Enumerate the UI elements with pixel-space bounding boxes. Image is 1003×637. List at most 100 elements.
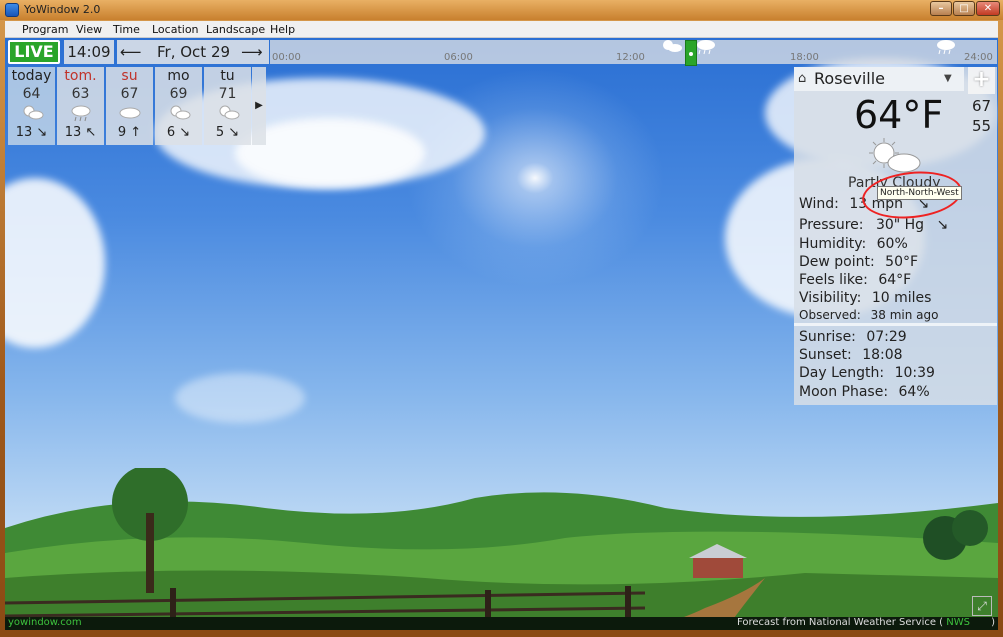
menu-program[interactable]: Program (22, 23, 68, 36)
forecast-temp: 63 (71, 86, 90, 102)
visibility-label: Visibility: (799, 290, 862, 306)
time-slider[interactable]: 00:00 06:00 12:00 18:00 24:00 (270, 40, 997, 66)
date-navigator: ⟵ Fr, Oct 29 ⟶ (117, 40, 269, 64)
observed-row: Observed: 38 min ago (799, 308, 938, 322)
cloud (175, 373, 305, 423)
sunset-value: 18:08 (862, 347, 903, 363)
humidity-value: 60% (876, 236, 908, 252)
partly-cloudy-icon (663, 40, 682, 52)
low-temp: 55 (972, 117, 992, 135)
live-button[interactable]: LIVE (8, 40, 60, 64)
pressure-trend-icon: ↘ (936, 217, 949, 233)
timeline-label: 18:00 (790, 52, 819, 63)
menu-landscape[interactable]: Landscape (206, 23, 265, 36)
partly-cloudy-icon (204, 103, 251, 123)
window-title: YoWindow 2.0 (24, 3, 101, 16)
visibility-row: Visibility: 10 miles (799, 290, 931, 306)
add-location-button[interactable]: + (968, 67, 995, 94)
time-display[interactable]: 14:09 (64, 40, 114, 64)
forecast-temp: 69 (169, 86, 188, 102)
high-temp: 67 (972, 97, 992, 115)
app-icon (5, 3, 19, 17)
forecast-source: Forecast from National Weather Service (… (737, 617, 970, 628)
menu-bar: Program View Time Location Landscape Hel… (5, 21, 998, 38)
forecast-day-label: tu (220, 68, 235, 84)
feels-value: 64°F (878, 272, 912, 288)
sunrise-label: Sunrise: (799, 329, 856, 345)
daylength-value: 10:39 (894, 365, 935, 381)
forecast-wind: 5 ↘ (215, 125, 240, 140)
minimize-button[interactable]: – (930, 1, 952, 16)
partly-cloudy-icon (8, 103, 55, 123)
forecast-day-tu[interactable]: tu 71 5 ↘ (204, 67, 251, 145)
status-bar: yowindow.com Forecast from National Weat… (5, 617, 998, 630)
menu-view[interactable]: View (76, 23, 102, 36)
forecast-wind: 6 ↘ (166, 125, 191, 140)
timeline-label: 00:00 (272, 52, 301, 63)
landscape (5, 468, 998, 630)
feels-label: Feels like: (799, 272, 868, 288)
fullscreen-icon[interactable]: ⤢ (972, 596, 992, 616)
home-icon: ⌂ (798, 71, 807, 86)
rain-icon (697, 40, 715, 55)
sunrise-value: 07:29 (866, 329, 907, 345)
forecast-day-today[interactable]: today 64 13 ↘ (8, 67, 55, 145)
timeline-label: 12:00 (616, 52, 645, 63)
nws-link[interactable]: NWS (946, 617, 970, 628)
observed-value: 38 min ago (870, 308, 939, 322)
forecast-source-close: ) (991, 617, 995, 628)
observed-label: Observed: (799, 308, 861, 322)
site-link[interactable]: yowindow.com (8, 617, 82, 628)
moon-value: 64% (898, 384, 930, 400)
forecast-temp: 67 (120, 86, 139, 102)
chevron-down-icon[interactable]: ▼ (944, 73, 952, 84)
date-label: Fr, Oct 29 (157, 43, 231, 61)
feels-like-row: Feels like: 64°F (799, 272, 911, 288)
timeline-label: 06:00 (444, 52, 473, 63)
dewpoint-row: Dew point: 50°F (799, 254, 918, 270)
sunset-row: Sunset: 18:08 (799, 347, 903, 363)
sunrise-row: Sunrise: 07:29 (799, 329, 907, 345)
current-weather-panel: ⌂ Roseville ▼ + 64°F 67 55 Partly Cloudy… (794, 67, 997, 405)
rain-icon (57, 103, 104, 123)
humidity-label: Humidity: (799, 236, 867, 252)
menu-location[interactable]: Location (152, 23, 199, 36)
maximize-button[interactable]: □ (953, 1, 975, 16)
forecast-wind: 13 ↖ (64, 125, 97, 140)
forecast-day-label: mo (167, 68, 190, 84)
wind-direction-tooltip: North-North-West (877, 186, 962, 200)
daylength-row: Day Length: 10:39 (799, 365, 935, 381)
pressure-row: Pressure: 30" Hg ↘ (799, 217, 948, 233)
forecast-day-su[interactable]: su 67 9 ↑ (106, 67, 153, 145)
forecast-day-tomorrow[interactable]: tom. 63 13 ↖ (57, 67, 104, 145)
menu-help[interactable]: Help (270, 23, 295, 36)
current-temperature: 64°F (854, 93, 944, 137)
humidity-row: Humidity: 60% (799, 236, 908, 252)
cloud (5, 178, 105, 348)
location-name: Roseville (814, 69, 886, 88)
forecast-day-label: today (11, 68, 52, 84)
forecast-wind: 13 ↘ (15, 125, 48, 140)
partly-cloudy-icon (155, 103, 202, 123)
prev-day-arrow-icon[interactable]: ⟵ (120, 40, 142, 64)
title-bar[interactable]: YoWindow 2.0 – □ ✕ (0, 0, 1003, 20)
app-window: YoWindow 2.0 – □ ✕ Program View Time Loc… (0, 0, 1003, 637)
moonphase-row: Moon Phase: 64% (799, 384, 930, 400)
more-forecast-button[interactable]: ▶ (252, 67, 266, 145)
dew-value: 50°F (885, 254, 919, 270)
forecast-wind: 9 ↑ (117, 125, 142, 140)
visibility-value: 10 miles (871, 290, 932, 306)
divider (794, 323, 997, 326)
sunset-label: Sunset: (799, 347, 852, 363)
forecast-source-text: Forecast from National Weather Service ( (736, 617, 944, 628)
forecast-temp: 71 (218, 86, 237, 102)
menu-time[interactable]: Time (113, 23, 140, 36)
forecast-temp: 64 (22, 86, 41, 102)
next-day-arrow-icon[interactable]: ⟶ (241, 40, 263, 64)
dew-label: Dew point: (799, 254, 875, 270)
close-button[interactable]: ✕ (976, 1, 1000, 16)
location-selector[interactable]: ⌂ Roseville ▼ (794, 67, 964, 91)
forecast-day-label: tom. (64, 68, 97, 84)
rain-icon (937, 40, 955, 55)
forecast-day-mo[interactable]: mo 69 6 ↘ (155, 67, 202, 145)
